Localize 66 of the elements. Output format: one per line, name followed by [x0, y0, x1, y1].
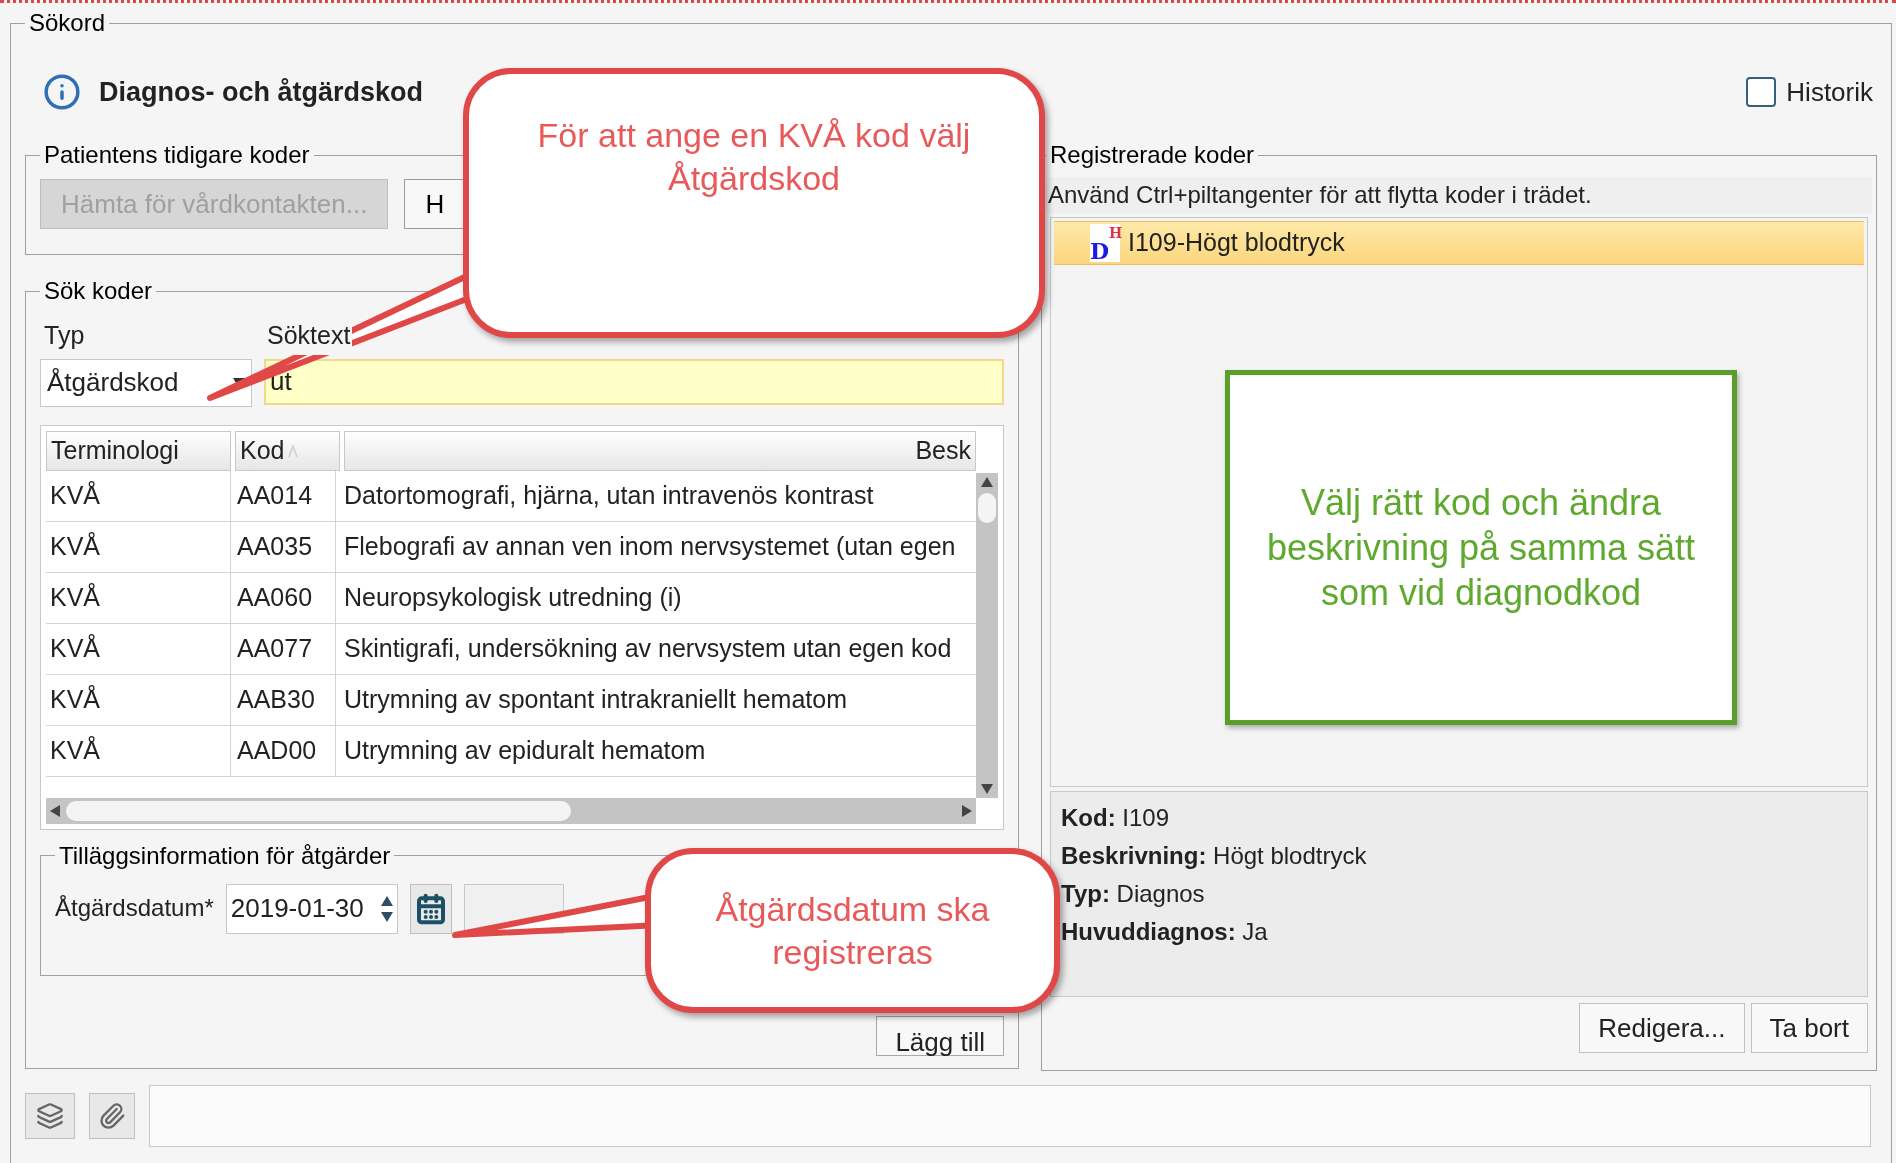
- scroll-down-icon: [981, 783, 993, 794]
- scroll-right-icon: [962, 804, 972, 817]
- table-cell: KVÅ: [46, 572, 231, 623]
- attach-button[interactable]: [89, 1093, 135, 1139]
- history-label: Historik: [1786, 75, 1873, 109]
- detail-line: Typ: Diagnos: [1061, 879, 1206, 909]
- stack-icon: [36, 1102, 64, 1130]
- table-cell-text: Utrymning av epiduralt hematom: [343, 734, 707, 766]
- annotation-box: Välj rätt kod och ändra beskrivning på samma sätt som vid diagnodkod: [1225, 370, 1737, 725]
- detail-line: Kod: I109: [1061, 803, 1171, 833]
- detail-line: Beskrivning: Högt blodtryck: [1061, 841, 1368, 871]
- table-cell-text: Skintigrafi, undersökning av nervsystem utan egen kod: [343, 632, 953, 664]
- column-header[interactable]: Kod: [235, 430, 340, 471]
- fetch-button[interactable]: H: [404, 179, 466, 229]
- callout-bubble: Åtgärdsdatum ska registreras: [645, 848, 1060, 1013]
- paperclip-icon: [98, 1102, 126, 1130]
- history-checkbox[interactable]: [1746, 77, 1777, 107]
- detail-line: Huvuddiagnos: Ja: [1061, 917, 1269, 947]
- diagnosis-badge: D H: [1090, 224, 1120, 262]
- group-title: Registrerade koder: [1049, 143, 1256, 167]
- hint-text: Använd Ctrl+piltangenter för att flytta koder i trädet.: [1046, 177, 1872, 213]
- type-label: Typ: [43, 320, 86, 351]
- calendar-icon: [414, 892, 447, 925]
- callout-bubble: För att ange en KVÅ kod välj Åtgärdskod: [463, 68, 1045, 338]
- table-cell: KVÅ: [46, 725, 231, 776]
- group-title: Patientens tidigare koder: [43, 143, 311, 167]
- stack-button[interactable]: [25, 1093, 75, 1139]
- table-cell: AAB30: [231, 674, 336, 725]
- table-cell-text: Utrymning av spontant intrakraniellt hematom: [343, 683, 848, 715]
- table-cell: KVÅ: [46, 470, 231, 521]
- tree-item[interactable]: D H I109-Högt blodtryck: [1054, 221, 1864, 265]
- date-label: Åtgärdsdatum*: [55, 892, 214, 923]
- calendar-button[interactable]: [409, 883, 452, 934]
- type-dropdown[interactable]: Åtgärdskod: [40, 358, 252, 407]
- table-cell: AA014: [231, 470, 336, 521]
- scroll-left-icon: [50, 804, 60, 817]
- group-title: Tilläggsinformation för åtgärder: [58, 843, 392, 868]
- table-cell: AAD00: [231, 725, 336, 776]
- table-cell: AA060: [231, 572, 336, 623]
- info-icon: [43, 73, 81, 111]
- table-cell: KVÅ: [46, 521, 231, 572]
- table-cell-text: Datortomografi, hjärna, utan intravenös kontrast: [343, 479, 875, 511]
- action-button[interactable]: Redigera...: [1579, 1003, 1745, 1053]
- table-cell: KVÅ: [46, 623, 231, 674]
- add-button[interactable]: Lägg till: [876, 1015, 1004, 1056]
- vertical-scrollbar[interactable]: [976, 472, 998, 798]
- date-field[interactable]: 2019-01-30: [225, 883, 398, 934]
- table-cell-text: Flebografi av annan ven inom nervsystemet (utan egen: [343, 530, 957, 562]
- group-title: Sökord: [28, 11, 107, 35]
- comment-field[interactable]: [149, 1085, 1871, 1147]
- horizontal-scrollbar[interactable]: [46, 797, 976, 824]
- scrollbar-thumb[interactable]: [66, 800, 571, 821]
- table-cell-text: Neuropsykologisk utredning (i): [343, 581, 683, 613]
- scrollbar-thumb[interactable]: [978, 492, 996, 523]
- tree-item-label: I109-Högt blodtryck: [1128, 227, 1345, 259]
- group-title: Sök koder: [43, 279, 154, 303]
- table-cell: AA035: [231, 521, 336, 572]
- scroll-up-icon: [981, 476, 993, 487]
- action-button[interactable]: Ta bort: [1750, 1003, 1868, 1053]
- column-header[interactable]: Terminologi: [46, 430, 231, 471]
- page-title: Diagnos- och åtgärdskod: [99, 75, 424, 109]
- table-cell: KVÅ: [46, 674, 231, 725]
- column-header[interactable]: Besk: [344, 430, 976, 471]
- table-cell: AA077: [231, 623, 336, 674]
- search-field[interactable]: ut: [264, 358, 1004, 405]
- spinner-arrows-icon: [380, 894, 393, 923]
